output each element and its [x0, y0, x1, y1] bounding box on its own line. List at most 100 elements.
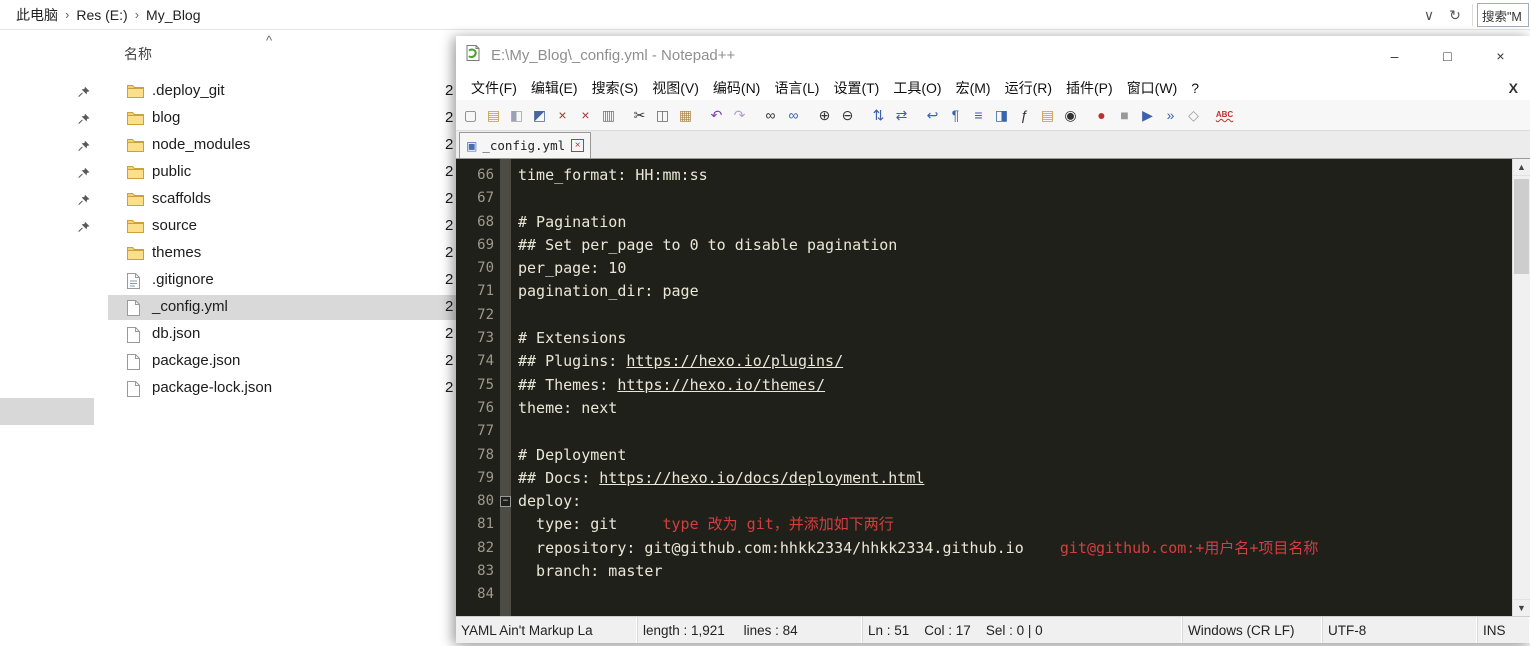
menu-item[interactable]: 编码(N): [706, 76, 767, 100]
explorer-address-bar: 此电脑 › Res (E:) › My_Blog ∨ ↻ 搜索"M: [0, 0, 1530, 30]
file-row[interactable]: blog 2: [0, 105, 456, 132]
macro-play-button[interactable]: ▶: [1138, 106, 1157, 125]
file-row[interactable]: public 2: [0, 159, 456, 186]
macro-stop-button[interactable]: ■: [1115, 106, 1134, 125]
menu-item[interactable]: 运行(R): [998, 76, 1059, 100]
code-link[interactable]: https://hexo.io/docs/deployment.html: [599, 469, 924, 487]
file-name: .deploy_git: [152, 82, 225, 99]
vertical-scrollbar[interactable]: ▲ ▼: [1512, 159, 1530, 616]
tab-config-yml[interactable]: ▣ _config.yml ×: [459, 132, 592, 158]
column-header-name[interactable]: 名称: [124, 44, 152, 64]
menu-item[interactable]: ?: [1184, 78, 1206, 98]
notepadpp-app-icon: [464, 44, 482, 67]
file-row[interactable]: _config.yml 2: [0, 294, 456, 321]
close-all-button[interactable]: ×: [576, 106, 595, 125]
folder-as-workspace-button[interactable]: ▤: [1038, 106, 1057, 125]
zoom-in-button[interactable]: ⊕: [815, 106, 834, 125]
sync-horizontal-icon: ⇄: [895, 107, 908, 123]
file-row[interactable]: source 2: [0, 213, 456, 240]
menu-item[interactable]: 窗口(W): [1120, 76, 1185, 100]
spell-check-button[interactable]: ABC: [1215, 106, 1234, 125]
code-link[interactable]: https://hexo.io/themes/: [617, 376, 825, 394]
function-list-button[interactable]: ƒ: [1015, 106, 1034, 125]
close-file-button[interactable]: ×: [553, 106, 572, 125]
menu-item[interactable]: 语言(L): [767, 76, 826, 100]
paste-button[interactable]: ▦: [676, 106, 695, 125]
save-button[interactable]: ◧: [507, 106, 526, 125]
file-name: db.json: [152, 325, 201, 342]
sort-direction-indicator[interactable]: ^: [266, 33, 272, 48]
word-wrap-button[interactable]: ↩: [923, 106, 942, 125]
find-button[interactable]: ∞: [761, 106, 780, 125]
breadcrumb-item[interactable]: My_Blog: [140, 4, 206, 26]
menu-close-icon[interactable]: X: [1509, 80, 1518, 96]
redo-icon: ↷: [733, 107, 746, 123]
file-row[interactable]: scaffolds 2: [0, 186, 456, 213]
redo-button[interactable]: ↷: [730, 106, 749, 125]
file-row[interactable]: .gitignore 2: [0, 267, 456, 294]
scroll-down-icon[interactable]: ▼: [1513, 599, 1530, 616]
chevron-down-icon[interactable]: ∨: [1416, 7, 1442, 24]
menu-item[interactable]: 搜索(S): [585, 76, 646, 100]
menu-item[interactable]: 设置(T): [826, 76, 886, 100]
maximize-button[interactable]: □: [1424, 36, 1471, 75]
menu-item[interactable]: 编辑(E): [524, 76, 585, 100]
indent-guide-button[interactable]: ≡: [969, 106, 988, 125]
file-row[interactable]: themes 2: [0, 240, 456, 267]
close-button[interactable]: ×: [1477, 36, 1524, 75]
file-row[interactable]: package.json 2: [0, 348, 456, 375]
document-map-button[interactable]: ◨: [992, 106, 1011, 125]
code-annotation: git@github.com:+用户名+项目名称: [1023, 538, 1319, 557]
macro-save-button[interactable]: ◇: [1184, 106, 1203, 125]
editor-area[interactable]: 66 time_format: HH:mm:ss 67 68 # Pagination 6…: [456, 159, 1530, 616]
code-lines[interactable]: 66 time_format: HH:mm:ss 67 68 # Pagination 6…: [456, 164, 1512, 607]
monitoring-button[interactable]: ◉: [1061, 106, 1080, 125]
zoom-out-button[interactable]: ⊖: [838, 106, 857, 125]
fold-toggle-icon[interactable]: −: [500, 496, 511, 508]
new-file-button[interactable]: ▢: [461, 106, 480, 125]
sync-horizontal-button[interactable]: ⇄: [892, 106, 911, 125]
refresh-icon[interactable]: ↻: [1442, 7, 1468, 24]
menu-item[interactable]: 文件(F): [464, 76, 524, 100]
save-all-button[interactable]: ◩: [530, 106, 549, 125]
search-input[interactable]: 搜索"M: [1477, 3, 1529, 27]
code-line: 74 ## Plugins: https://hexo.io/plugins/: [456, 350, 1512, 373]
replace-button[interactable]: ∞: [784, 106, 803, 125]
menu-item[interactable]: 工具(O): [886, 76, 948, 100]
title-bar[interactable]: E:\My_Blog\_config.yml - Notepad++ – □ ×: [456, 36, 1530, 75]
menu-item[interactable]: 宏(M): [949, 76, 998, 100]
minimize-button[interactable]: –: [1371, 36, 1418, 75]
menu-item[interactable]: 插件(P): [1059, 76, 1120, 100]
status-encoding: UTF-8: [1323, 617, 1478, 643]
sync-vertical-button[interactable]: ⇅: [869, 106, 888, 125]
file-row[interactable]: .deploy_git 2: [0, 78, 456, 105]
file-row[interactable]: node_modules 2: [0, 132, 456, 159]
scroll-up-icon[interactable]: ▲: [1513, 159, 1530, 176]
copy-icon: ◫: [655, 107, 670, 123]
file-name: node_modules: [152, 136, 251, 153]
code-link[interactable]: https://hexo.io/plugins/: [626, 352, 843, 370]
open-folder-button[interactable]: ▤: [484, 106, 503, 125]
cut-button[interactable]: ✂: [630, 106, 649, 125]
scrollbar-thumb[interactable]: [1514, 179, 1529, 274]
undo-button[interactable]: ↶: [707, 106, 726, 125]
breadcrumb-item[interactable]: Res (E:): [70, 4, 133, 26]
breadcrumb-item[interactable]: 此电脑: [10, 2, 64, 28]
line-number: 84: [477, 586, 494, 603]
show-all-characters-button[interactable]: ¶: [946, 106, 965, 125]
macro-record-button[interactable]: ●: [1092, 106, 1111, 125]
copy-button[interactable]: ◫: [653, 106, 672, 125]
code-text: type: git: [518, 515, 618, 534]
date-modified-clipped: 2: [445, 352, 454, 369]
code-text: # Deployment: [518, 445, 627, 464]
date-modified-clipped: 2: [445, 325, 454, 342]
menu-item[interactable]: 视图(V): [645, 76, 706, 100]
macro-run-multiple-button[interactable]: »: [1161, 106, 1180, 125]
breadcrumb-separator: ›: [65, 7, 70, 22]
file-row[interactable]: db.json 2: [0, 321, 456, 348]
print-button[interactable]: ▥: [599, 106, 618, 125]
file-name: package.json: [152, 352, 241, 369]
date-modified-clipped: 2: [445, 244, 454, 261]
tab-close-icon[interactable]: ×: [571, 139, 585, 152]
macro-run-multiple-icon: »: [1166, 107, 1175, 123]
